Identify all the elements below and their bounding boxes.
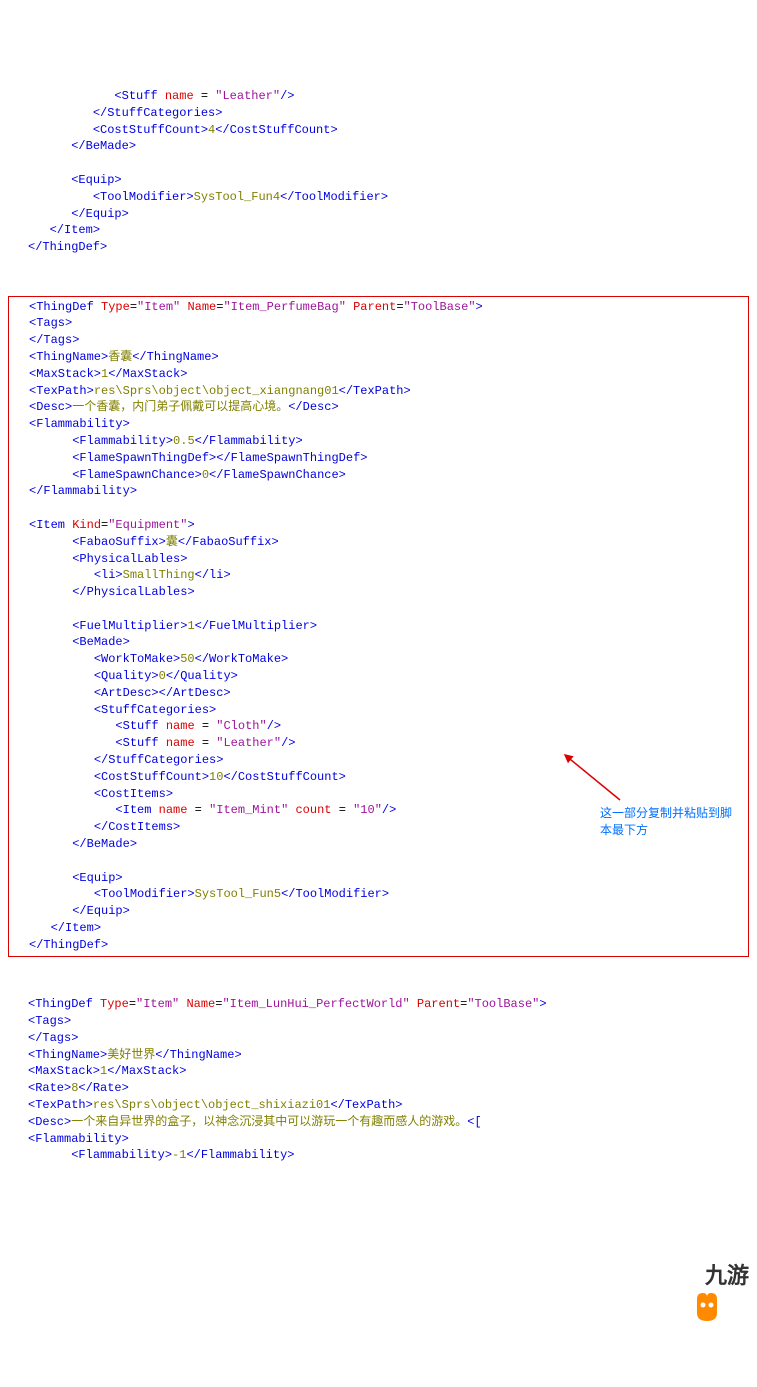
- code-line: </Tags>: [28, 1031, 78, 1045]
- code-line: </Tags>: [29, 333, 79, 347]
- code-line: <TexPath>res\Sprs\object\object_shixiazi…: [28, 1098, 402, 1112]
- code-line: <Flammability>0.5</Flammability>: [29, 434, 303, 448]
- code-line: </StuffCategories>: [29, 753, 223, 767]
- code-line: <Stuff name = "Leather"/>: [29, 736, 295, 750]
- code-line: <Equip>: [29, 871, 123, 885]
- code-line: <Flammability>: [29, 417, 130, 431]
- code-document: <Stuff name = "Leather"/> </StuffCategor…: [0, 50, 757, 1302]
- code-line: <ToolModifier>SysTool_Fun5</ToolModifier…: [29, 887, 389, 901]
- code-line: <Quality>0</Quality>: [29, 669, 238, 683]
- code-line: <ThingDef Type="Item" Name="Item_LunHui_…: [28, 997, 547, 1011]
- code-line: <WorkToMake>50</WorkToMake>: [29, 652, 288, 666]
- code-line: </BeMade>: [29, 837, 137, 851]
- code-line: <CostItems>: [29, 787, 173, 801]
- code-line: <ToolModifier>SysTool_Fun4</ToolModifier…: [28, 190, 388, 204]
- code-line: <FabaoSuffix>囊</FabaoSuffix>: [29, 535, 279, 549]
- code-line: </StuffCategories>: [28, 106, 222, 120]
- code-line: <BeMade>: [29, 635, 130, 649]
- code-line: <Equip>: [28, 173, 122, 187]
- code-line: <PhysicalLables>: [29, 552, 187, 566]
- bottom-code-block: <ThingDef Type="Item" Name="Item_LunHui_…: [0, 992, 757, 1168]
- code-line: </ThingDef>: [29, 938, 108, 952]
- code-line: <Desc>一个香囊，内门弟子佩戴可以提高心境。</Desc>: [29, 400, 339, 414]
- logo-text: 九游: [705, 1261, 749, 1292]
- code-line: </BeMade>: [28, 139, 136, 153]
- code-line: <Tags>: [29, 316, 72, 330]
- code-line: <Desc>一个来自异世界的盒子，以神念沉浸其中可以游玩一个有趣而感人的游戏。<…: [28, 1115, 482, 1129]
- code-line: </CostItems>: [29, 820, 180, 834]
- code-line: <Flammability>-1</Flammability>: [28, 1148, 294, 1162]
- code-line: </ThingDef>: [28, 240, 107, 254]
- code-line: <li>SmallThing</li>: [29, 568, 231, 582]
- watermark-logo: 九游: [665, 1259, 749, 1295]
- code-line: <TexPath>res\Sprs\object\object_xiangnan…: [29, 384, 411, 398]
- code-line: <Tags>: [28, 1014, 71, 1028]
- annotation-note: 这一部分复制并粘贴到脚本最下方: [600, 805, 740, 839]
- logo-icon: [665, 1259, 701, 1295]
- code-line: <Stuff name = "Leather"/>: [28, 89, 294, 103]
- code-line: <CostStuffCount>4</CostStuffCount>: [28, 123, 338, 137]
- code-line: <StuffCategories>: [29, 703, 216, 717]
- code-line: </Equip>: [28, 207, 129, 221]
- code-line: <CostStuffCount>10</CostStuffCount>: [29, 770, 346, 784]
- code-line: <MaxStack>1</MaxStack>: [28, 1064, 186, 1078]
- top-code-block: <Stuff name = "Leather"/> </StuffCategor…: [0, 84, 757, 260]
- code-line: <Rate>8</Rate>: [28, 1081, 129, 1095]
- code-line: <Item name = "Item_Mint" count = "10"/>: [29, 803, 396, 817]
- code-line: <FlameSpawnChance>0</FlameSpawnChance>: [29, 468, 346, 482]
- highlighted-block: <ThingDef Type="Item" Name="Item_Perfume…: [8, 296, 749, 957]
- code-line: <ThingDef Type="Item" Name="Item_Perfume…: [29, 300, 483, 314]
- code-line: <FlameSpawnThingDef></FlameSpawnThingDef…: [29, 451, 367, 465]
- code-line: <Item Kind="Equipment">: [29, 518, 195, 532]
- code-line: </Item>: [28, 223, 100, 237]
- code-line: </PhysicalLables>: [29, 585, 195, 599]
- code-line: <Stuff name = "Cloth"/>: [29, 719, 281, 733]
- code-line: </Flammability>: [29, 484, 137, 498]
- code-line: <ThingName>香囊</ThingName>: [29, 350, 219, 364]
- code-line: <FuelMultiplier>1</FuelMultiplier>: [29, 619, 317, 633]
- code-line: </Item>: [29, 921, 101, 935]
- code-line: <Flammability>: [28, 1132, 129, 1146]
- code-line: <ThingName>美好世界</ThingName>: [28, 1048, 242, 1062]
- code-line: </Equip>: [29, 904, 130, 918]
- code-line: <MaxStack>1</MaxStack>: [29, 367, 187, 381]
- code-line: <ArtDesc></ArtDesc>: [29, 686, 231, 700]
